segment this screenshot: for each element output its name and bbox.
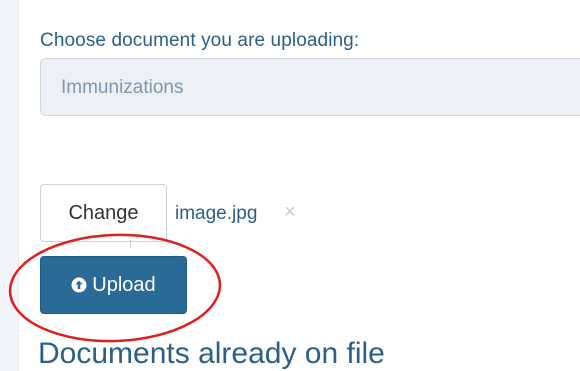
left-rail — [0, 0, 19, 371]
choose-document-label: Choose document you are uploading: — [40, 30, 360, 51]
selected-file-name: image.jpg — [175, 203, 258, 224]
change-file-button[interactable]: Change — [40, 184, 167, 242]
upload-page: Choose document you are uploading: Immun… — [0, 0, 580, 371]
arrow-up-circle-icon — [71, 277, 87, 293]
documents-on-file-title: Documents already on file — [38, 337, 385, 370]
divider-tick — [130, 240, 131, 248]
upload-button[interactable]: Upload — [40, 256, 187, 314]
upload-button-label: Upload — [92, 274, 156, 296]
document-type-select[interactable]: Immunizations — [40, 58, 580, 116]
remove-file-icon[interactable]: × — [284, 200, 296, 224]
